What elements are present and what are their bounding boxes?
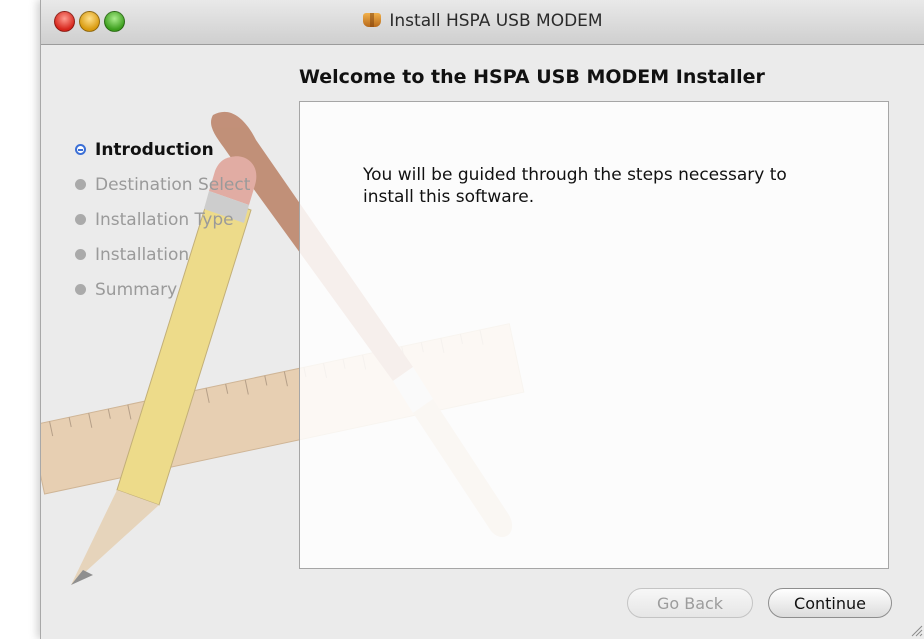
pending-step-dot-icon: [75, 284, 86, 295]
step-introduction: Introduction: [75, 132, 250, 167]
installer-window: Install HSPA USB MODEM Welcome to the HS…: [40, 0, 924, 639]
step-label: Summary: [95, 279, 178, 300]
resize-grip-icon[interactable]: [909, 623, 923, 637]
step-label: Installation Type: [95, 209, 234, 230]
content-panel: You will be guided through the steps nec…: [299, 101, 889, 569]
step-label: Installation: [95, 244, 190, 265]
pending-step-dot-icon: [75, 249, 86, 260]
step-label: Introduction: [95, 139, 214, 160]
window-title: Install HSPA USB MODEM: [389, 11, 603, 31]
page-heading: Welcome to the HSPA USB MODEM Installer: [299, 66, 765, 88]
step-label: Destination Select: [95, 174, 251, 195]
continue-button[interactable]: Continue: [768, 588, 892, 618]
pending-step-dot-icon: [75, 179, 86, 190]
go-back-button[interactable]: Go Back: [627, 588, 753, 618]
pending-step-dot-icon: [75, 214, 86, 225]
intro-message: You will be guided through the steps nec…: [363, 165, 787, 207]
window-title-group: Install HSPA USB MODEM: [41, 11, 924, 31]
step-installation: Installation: [75, 237, 250, 272]
current-step-indicator-icon: [75, 144, 86, 155]
installer-steps-list: Introduction Destination Select Installa…: [75, 132, 250, 307]
package-icon: [363, 13, 382, 27]
step-destination-select: Destination Select: [75, 167, 250, 202]
title-bar[interactable]: Install HSPA USB MODEM: [41, 0, 924, 45]
step-summary: Summary: [75, 272, 250, 307]
step-installation-type: Installation Type: [75, 202, 250, 237]
